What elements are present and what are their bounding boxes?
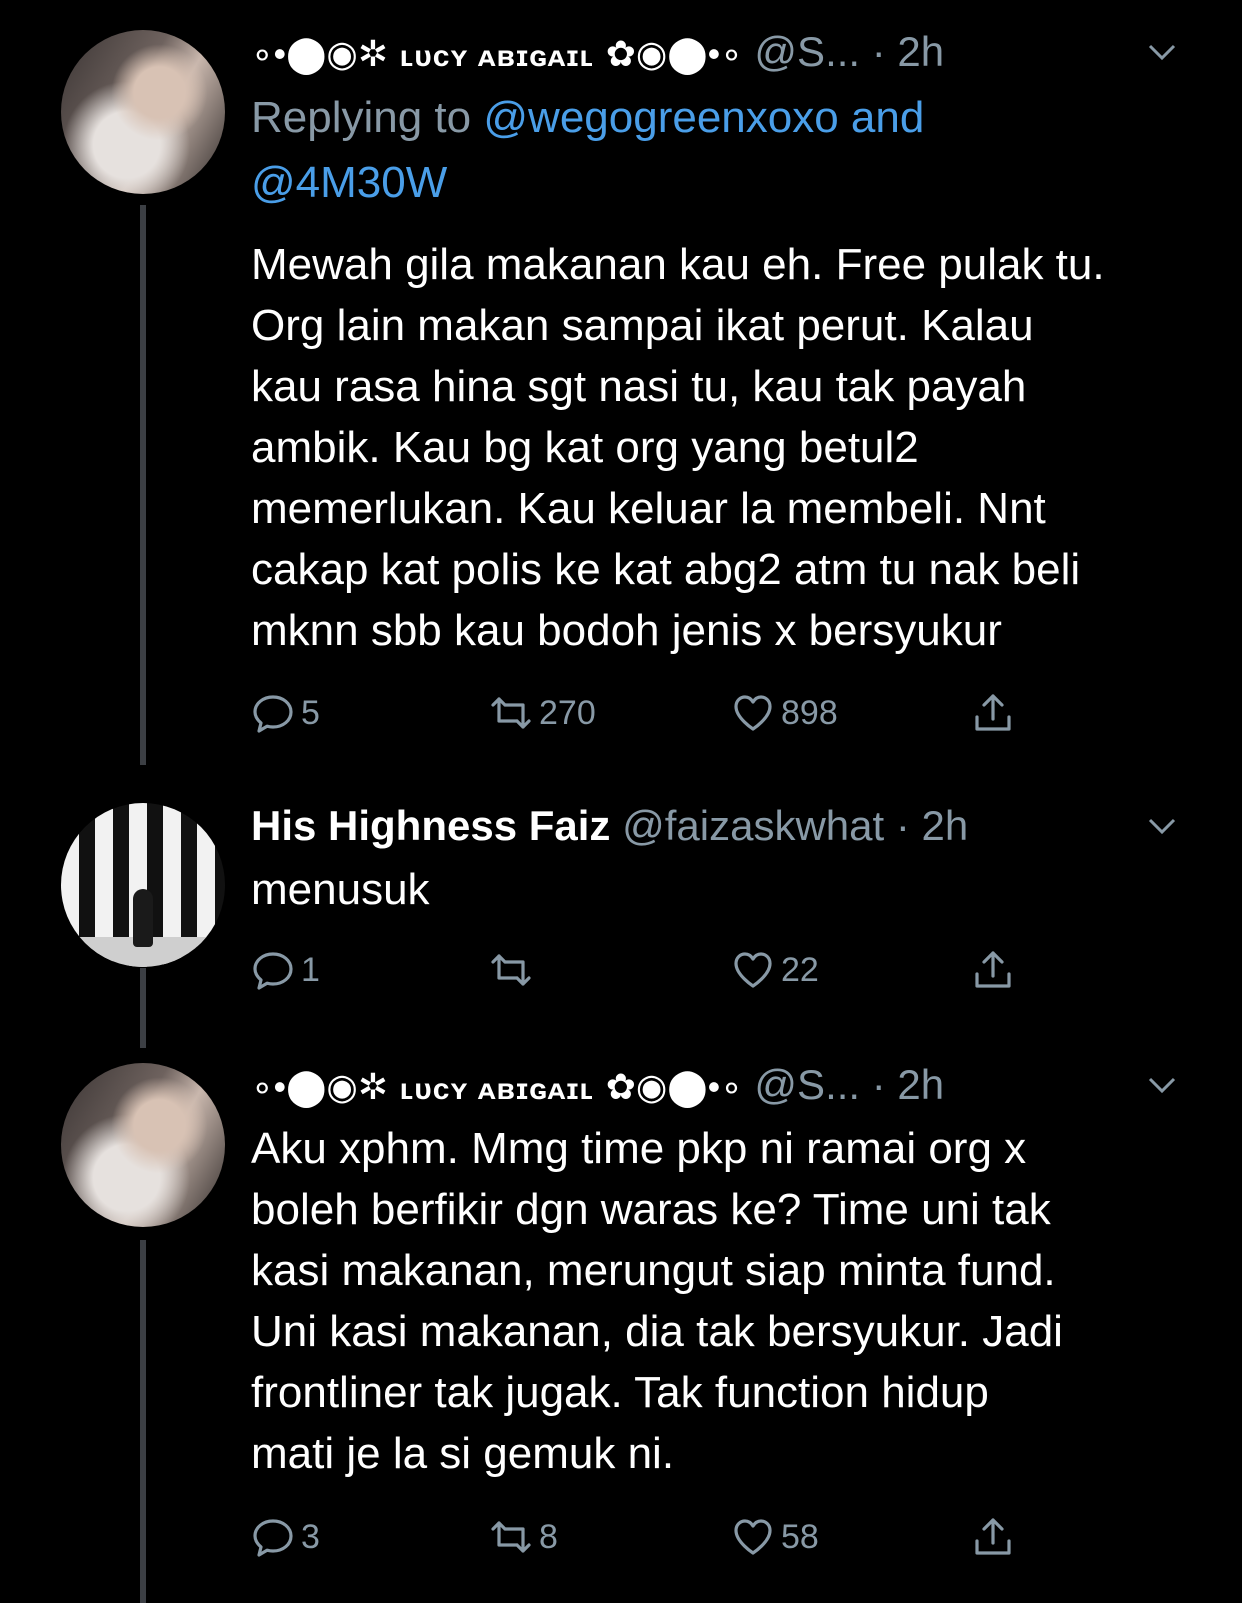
tweet-text: menusuk (251, 865, 430, 914)
avatar[interactable] (61, 803, 225, 967)
tweet-text: Mewah gila makanan kau eh. Free pulak tu… (251, 240, 1105, 655)
timestamp[interactable]: · 2h (872, 28, 944, 75)
like-count: 58 (781, 1517, 819, 1556)
reply-count: 1 (301, 950, 320, 989)
replying-to-continued: @4M30W (251, 150, 1186, 215)
retweet-button[interactable]: 8 (489, 1512, 558, 1562)
chevron-down-icon[interactable] (1148, 796, 1176, 856)
like-count: 22 (781, 950, 819, 989)
retweet-button[interactable] (489, 945, 539, 995)
name-decoration: ∘•⬤◉✲ (251, 33, 389, 74)
heart-icon (734, 695, 772, 731)
retweet-icon (491, 954, 531, 986)
retweet-icon (491, 697, 531, 729)
avatar-person (133, 889, 153, 947)
timestamp[interactable]: · 2h (896, 802, 968, 849)
reply-count: 5 (301, 693, 320, 732)
like-button[interactable]: 898 (731, 688, 838, 738)
share-button[interactable] (971, 945, 1015, 995)
handle[interactable]: @S... (754, 1061, 860, 1108)
name-decoration: ✿◉⬤•∘ (605, 33, 743, 74)
thread-line (140, 205, 146, 765)
chevron-down-icon[interactable] (1148, 22, 1176, 82)
like-button[interactable]: 22 (731, 945, 819, 995)
share-icon (975, 1518, 1011, 1555)
timestamp[interactable]: · 2h (872, 1061, 944, 1108)
retweet-count: 270 (539, 693, 596, 732)
share-button[interactable] (971, 1512, 1015, 1562)
heart-icon (734, 1519, 772, 1555)
avatar[interactable] (61, 1063, 225, 1227)
retweet-button[interactable]: 270 (489, 688, 596, 738)
display-name[interactable]: His Highness Faiz (251, 802, 610, 849)
like-count: 898 (781, 693, 838, 732)
tweet-actions: 1 22 (251, 945, 1031, 995)
tweet-actions: 5 270 898 (251, 688, 1031, 738)
share-icon (975, 951, 1011, 988)
tweet-actions: 3 8 58 (251, 1512, 1031, 1562)
retweet-icon (491, 1521, 531, 1553)
reply-icon (253, 695, 293, 733)
heart-icon (734, 952, 772, 988)
thread-line (140, 1240, 146, 1603)
avatar[interactable] (61, 30, 225, 194)
name-decoration: ✿◉⬤•∘ (605, 1066, 743, 1107)
tweet-text: Aku xphm. Mmg time pkp ni ramai org x bo… (251, 1124, 1063, 1478)
like-button[interactable]: 58 (731, 1512, 819, 1562)
display-name[interactable]: ʟᴜᴄʏ ᴀʙɪɢᴀɪʟ (400, 40, 594, 73)
mention-link[interactable]: @wegogreenxoxo and (483, 93, 924, 142)
handle[interactable]: @faizaskwhat (622, 802, 884, 849)
reply-icon (253, 952, 293, 990)
tweet-header: ∘•⬤◉✲ ʟᴜᴄʏ ᴀʙɪɢᴀɪʟ ✿◉⬤•∘ @S... · 2h (251, 22, 1182, 82)
retweet-count: 8 (539, 1517, 558, 1556)
name-decoration: ∘•⬤◉✲ (251, 1066, 389, 1107)
reply-icon (253, 1519, 293, 1557)
replying-to: Replying to @wegogreenxoxo and (251, 85, 1186, 150)
share-button[interactable] (971, 688, 1015, 738)
display-name[interactable]: ʟᴜᴄʏ ᴀʙɪɢᴀɪʟ (400, 1073, 594, 1106)
reply-button[interactable]: 5 (251, 688, 320, 738)
handle[interactable]: @S... (754, 28, 860, 75)
thread-line (140, 968, 146, 1048)
reply-count: 3 (301, 1517, 320, 1556)
tweet-header: His Highness Faiz @faizaskwhat · 2h (251, 796, 1182, 856)
tweet-header: ∘•⬤◉✲ ʟᴜᴄʏ ᴀʙɪɢᴀɪʟ ✿◉⬤•∘ @S... · 2h (251, 1055, 1182, 1115)
replying-label: Replying to (251, 93, 472, 142)
chevron-down-icon[interactable] (1148, 1055, 1176, 1115)
share-icon (975, 694, 1011, 731)
reply-button[interactable]: 1 (251, 945, 320, 995)
reply-button[interactable]: 3 (251, 1512, 320, 1562)
mention-link[interactable]: @4M30W (251, 158, 447, 207)
